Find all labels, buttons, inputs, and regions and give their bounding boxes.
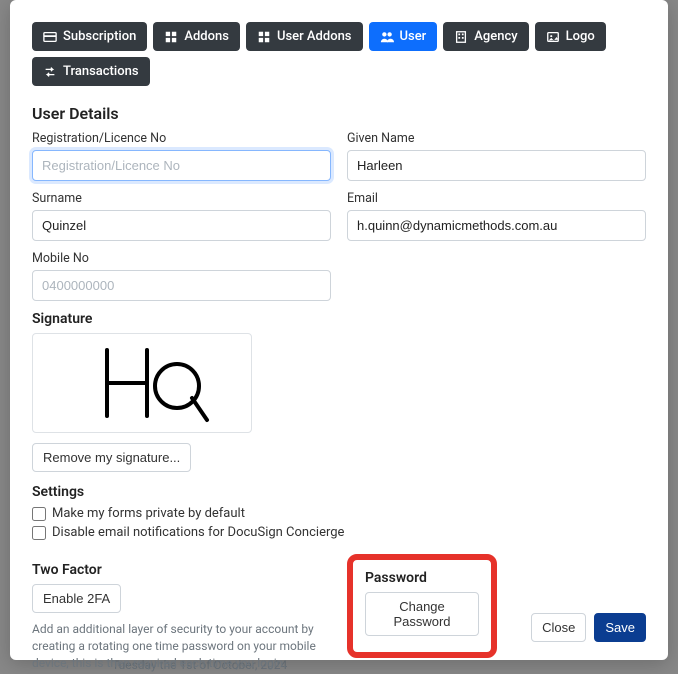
two-factor-section: Two Factor Enable 2FA Add an additional …: [32, 554, 331, 671]
two-factor-heading: Two Factor: [32, 562, 331, 578]
transfer-icon: [43, 65, 57, 79]
user-details-heading: User Details: [32, 104, 646, 123]
close-button[interactable]: Close: [531, 613, 586, 642]
tab-label: Addons: [184, 29, 229, 44]
checkbox-label: Make my forms private by default: [52, 506, 245, 521]
input-email[interactable]: [347, 210, 646, 241]
signature-svg: [52, 338, 232, 428]
tab-user-addons[interactable]: User Addons: [246, 22, 363, 51]
input-registration-no[interactable]: [32, 150, 331, 181]
label-registration-no: Registration/Licence No: [32, 131, 331, 146]
password-highlight-box: Password Change Password: [347, 554, 497, 658]
card-icon: [43, 30, 57, 44]
field-email: Email: [347, 191, 646, 241]
building-icon: [454, 30, 468, 44]
checkbox-row-docusign[interactable]: Disable email notifications for DocuSign…: [32, 525, 646, 540]
checkbox-disable-docusign-emails[interactable]: [32, 526, 46, 540]
label-surname: Surname: [32, 191, 331, 206]
tab-agency[interactable]: Agency: [443, 22, 528, 51]
user-icon: [380, 30, 394, 44]
input-given-name[interactable]: [347, 150, 646, 181]
field-registration-no: Registration/Licence No: [32, 131, 331, 181]
tab-logo[interactable]: Logo: [535, 22, 606, 51]
input-surname[interactable]: [32, 210, 331, 241]
tab-bar: Subscription Addons User Addons User Age…: [32, 22, 646, 86]
field-mobile: Mobile No: [32, 251, 331, 301]
enable-2fa-button[interactable]: Enable 2FA: [32, 584, 121, 613]
input-mobile[interactable]: [32, 270, 331, 301]
settings-section: Settings Make my forms private by defaul…: [32, 484, 646, 540]
tab-label: User Addons: [277, 29, 352, 44]
tab-label: User: [400, 29, 427, 44]
checkbox-row-private[interactable]: Make my forms private by default: [32, 506, 646, 521]
password-heading: Password: [365, 570, 479, 586]
remove-signature-button[interactable]: Remove my signature...: [32, 443, 191, 472]
checkbox-private-default[interactable]: [32, 507, 46, 521]
signature-heading: Signature: [32, 311, 646, 327]
two-factor-help-text: Add an additional layer of security to y…: [32, 621, 331, 671]
modal-footer-actions: Close Save: [531, 613, 646, 642]
label-mobile: Mobile No: [32, 251, 331, 266]
tab-addons[interactable]: Addons: [153, 22, 240, 51]
field-surname: Surname: [32, 191, 331, 241]
checkbox-label: Disable email notifications for DocuSign…: [52, 525, 344, 540]
settings-heading: Settings: [32, 484, 646, 500]
tab-label: Logo: [566, 29, 595, 44]
user-details-form: Registration/Licence No Given Name Surna…: [32, 131, 646, 301]
tab-user[interactable]: User: [369, 22, 438, 51]
change-password-button[interactable]: Change Password: [365, 592, 479, 636]
tab-subscription[interactable]: Subscription: [32, 22, 147, 51]
image-icon: [546, 30, 560, 44]
tab-transactions[interactable]: Transactions: [32, 57, 150, 86]
puzzle-icon: [257, 30, 271, 44]
signature-section: Signature Remove my signature...: [32, 311, 646, 472]
tab-label: Subscription: [63, 29, 136, 44]
puzzle-icon: [164, 30, 178, 44]
label-email: Email: [347, 191, 646, 206]
tab-label: Agency: [474, 29, 517, 44]
user-modal: Subscription Addons User Addons User Age…: [10, 0, 668, 660]
label-given-name: Given Name: [347, 131, 646, 146]
field-given-name: Given Name: [347, 131, 646, 181]
signature-preview[interactable]: [32, 333, 252, 433]
tab-label: Transactions: [63, 64, 139, 79]
save-button[interactable]: Save: [594, 613, 646, 642]
